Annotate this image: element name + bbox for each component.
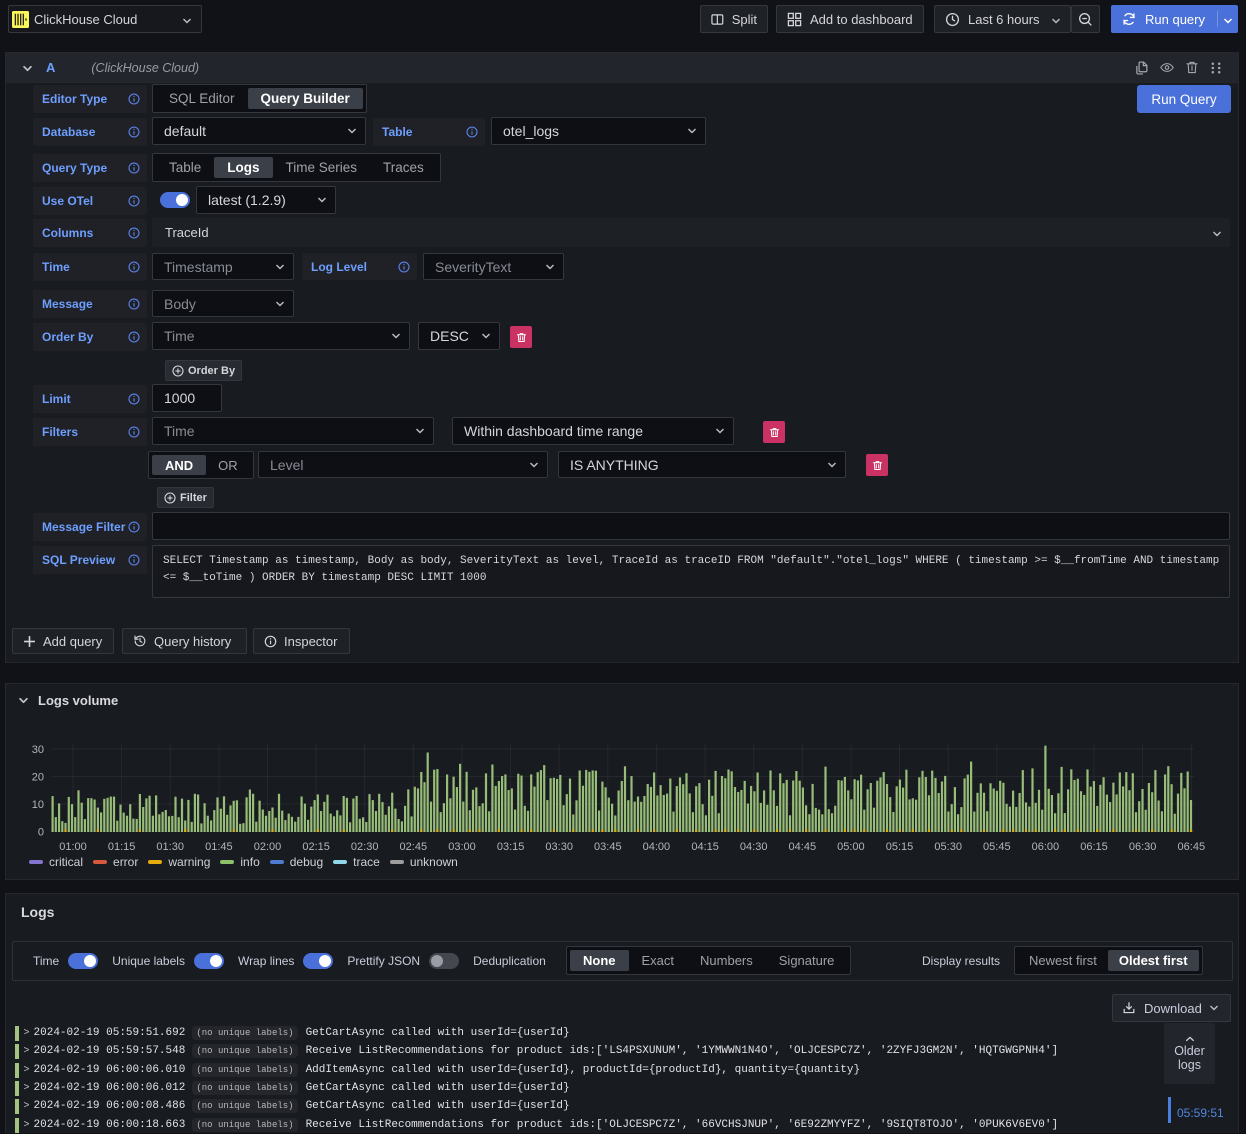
svg-text:05:30: 05:30 [934, 841, 962, 853]
svg-text:06:30: 06:30 [1129, 841, 1157, 853]
svg-text:10: 10 [32, 799, 44, 811]
svg-text:06:00: 06:00 [1032, 841, 1060, 853]
svg-text:20: 20 [32, 772, 44, 784]
svg-text:03:15: 03:15 [497, 841, 525, 853]
svg-text:05:00: 05:00 [837, 841, 865, 853]
svg-text:03:45: 03:45 [594, 841, 622, 853]
svg-text:30: 30 [32, 744, 44, 756]
svg-text:0: 0 [38, 827, 44, 839]
svg-text:04:45: 04:45 [789, 841, 817, 853]
svg-text:04:15: 04:15 [691, 841, 719, 853]
svg-text:04:00: 04:00 [643, 841, 671, 853]
svg-text:04:30: 04:30 [740, 841, 768, 853]
svg-text:06:45: 06:45 [1178, 841, 1206, 853]
svg-text:06:15: 06:15 [1080, 841, 1108, 853]
svg-text:05:15: 05:15 [886, 841, 914, 853]
svg-text:03:30: 03:30 [545, 841, 573, 853]
svg-text:05:45: 05:45 [983, 841, 1011, 853]
